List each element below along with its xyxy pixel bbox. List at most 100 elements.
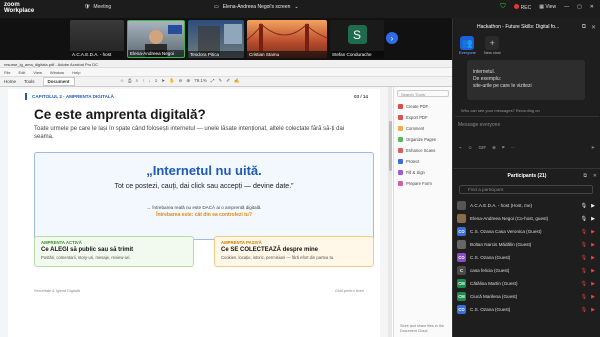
close-participants-icon[interactable]: ✕ [593, 173, 597, 179]
highlight-icon[interactable]: ✐ [226, 78, 230, 84]
prev-page-icon[interactable]: ↑ [142, 78, 144, 84]
tool-create-pdf[interactable]: Create PDF [394, 101, 452, 112]
participant-search-input[interactable]: Find a participant [459, 185, 593, 194]
microphone-muted-icon[interactable]: 🎙 [581, 229, 587, 235]
view-button[interactable]: ▦ View [539, 4, 556, 10]
microphone-muted-icon[interactable]: 🎙 [581, 242, 587, 248]
menu-view[interactable]: View [33, 70, 42, 75]
close-icon[interactable]: ✕ [590, 4, 594, 10]
participant-row[interactable]: Boltan Narcis Mădălin (Guest) 🎙 ▶ [457, 238, 599, 251]
camera-off-icon[interactable]: ▶ [591, 242, 595, 248]
chat-channel-title[interactable]: Hackathon - Future Skills: Digital fo... [477, 24, 559, 30]
menu-window[interactable]: Window [50, 70, 64, 75]
attach-icon[interactable]: ⊕ [492, 145, 496, 151]
popout-icon[interactable]: ⧉ [582, 24, 586, 31]
tool-enhance-scans[interactable]: Enhance Scans [394, 145, 452, 156]
sign-icon[interactable]: ✍ [234, 78, 240, 84]
who-can-see-notice[interactable]: Who can see your messages? Recording on [461, 108, 540, 113]
meeting-menu[interactable]: 🛡 Meeting [84, 4, 111, 10]
microphone-muted-icon[interactable]: 🎙 [581, 281, 587, 287]
pdf-scrollbar[interactable] [388, 87, 392, 337]
fit-icon[interactable]: ⤢ [211, 78, 215, 84]
microphone-muted-icon[interactable]: 🎙 [581, 294, 587, 300]
video-tile-host[interactable]: A.C.A.E.D.A. - host [70, 20, 124, 58]
participant-row[interactable]: A.C.A.E.D.A. - host (Host, me) 🎙 ▶ [457, 199, 599, 212]
search-icon[interactable]: ⌕ [136, 78, 139, 84]
participant-row[interactable]: CO C.S. Ozana Casa Veronica (Guest) 🎙 ▶ [457, 225, 599, 238]
participants-title: Participants (21) [507, 173, 547, 179]
maximize-icon[interactable]: ▢ [577, 4, 582, 10]
camera-icon[interactable]: ▶ [591, 203, 595, 209]
zoom-out-icon[interactable]: ⊖ [179, 78, 183, 84]
microphone-icon[interactable]: 🎙 [581, 203, 587, 209]
camera-off-icon[interactable]: ▶ [591, 255, 595, 261]
zoom-in-icon[interactable]: ⊕ [186, 78, 190, 84]
next-page-icon[interactable]: ↓ [148, 78, 150, 84]
popout-icon[interactable]: ⧉ [583, 173, 587, 179]
emoji-icon[interactable]: ☺ [468, 145, 473, 151]
participant-row[interactable]: CM Cătălina Martin (Guest) 🎙 ▶ [457, 277, 599, 290]
menu-edit[interactable]: Edit [18, 70, 25, 75]
close-chat-icon[interactable]: ✕ [591, 24, 596, 31]
encryption-shield-icon[interactable]: ⛉ [500, 3, 505, 11]
message-text: internetul. De exemplu: site-urile pe ca… [473, 69, 532, 89]
gif-icon[interactable]: GIF [478, 145, 486, 151]
participant-row[interactable]: CO C.S. Ozana (Guest) 🎙 ▶ [457, 251, 599, 264]
pdf-viewport[interactable]: CAPITOLUL 2 · AMPRENTA DIGITALĂ 03 / 14 … [0, 87, 390, 337]
document-cloud-promo[interactable]: Store and share files in the Document Cl… [400, 324, 444, 334]
microphone-muted-icon[interactable]: 🎙 [581, 268, 587, 274]
microphone-muted-icon[interactable]: 🎙 [581, 255, 587, 261]
send-icon[interactable]: ➤ [591, 145, 595, 151]
camera-off-icon[interactable]: ▶ [591, 281, 595, 287]
tool-prepare-form[interactable]: Prepare Form [394, 178, 452, 189]
rec-label: REC [520, 4, 532, 11]
menu-file[interactable]: File [4, 70, 10, 75]
camera-off-icon[interactable]: ▶ [591, 229, 595, 235]
print-icon[interactable]: ⎙ [128, 78, 132, 84]
tools-search-input[interactable]: Search 'Tools' [397, 90, 449, 97]
video-tile-participant[interactable]: Teodora Pitica [188, 20, 244, 58]
participant-row[interactable]: CO C.S. Ozana (Guest) 🎙 ▶ [457, 303, 599, 316]
video-tile-participant[interactable]: S Stefan Condurache [330, 20, 384, 58]
pointer-icon[interactable]: ➤ [161, 78, 165, 84]
participant-row[interactable]: C casa felicia (Guest) 🎙 ▶ [457, 264, 599, 277]
zoom-field[interactable]: 79.1% [194, 78, 207, 84]
tab-home[interactable]: Home [4, 79, 16, 84]
format-icon[interactable]: ⌁ [459, 145, 462, 151]
comment-icon[interactable]: ✎ [219, 78, 223, 84]
chat-input[interactable]: Message everyone [455, 117, 599, 133]
channel-label: New chat [483, 50, 501, 55]
tool-comment[interactable]: Comment [394, 123, 452, 134]
channel-everyone[interactable]: 👥 Everyone [459, 36, 476, 55]
minimize-icon[interactable]: — [564, 4, 569, 10]
tool-export-pdf[interactable]: Export PDF [394, 112, 452, 123]
tab-document[interactable]: Document [42, 77, 75, 86]
screenshot-icon[interactable]: ⌗ [502, 145, 505, 151]
camera-icon[interactable]: ▶ [591, 216, 595, 222]
channel-new-chat[interactable]: + New chat [484, 36, 501, 55]
tab-tools[interactable]: Tools [24, 79, 35, 84]
camera-off-icon[interactable]: ▶ [591, 268, 595, 274]
video-tile-presenter[interactable]: Elena-Andreea Negoi [127, 20, 185, 58]
participant-row[interactable]: Elena-Andreea Negoi (Co-host, guest) 🎙 ▶ [457, 212, 599, 225]
screen-share-indicator[interactable]: ▭ Elena-Andreea Negoi's screen ⌄ [214, 4, 299, 10]
tool-protect[interactable]: Protect [394, 156, 452, 167]
scrollbar-thumb[interactable] [388, 121, 392, 171]
video-tile-participant[interactable]: Cristian Stamu [247, 20, 327, 58]
microphone-muted-icon[interactable]: 🎙 [581, 307, 587, 313]
microphone-icon[interactable]: 🎙 [581, 216, 587, 222]
participant-name: Ciucă Marilena (Guest) [470, 294, 518, 299]
tool-organize-pages[interactable]: Organize Pages [394, 134, 452, 145]
hand-icon[interactable]: ✋ [169, 78, 175, 84]
tool-fill-sign[interactable]: Fill & Sign [394, 167, 452, 178]
camera-off-icon[interactable]: ▶ [591, 294, 595, 300]
camera-off-icon[interactable]: ▶ [591, 307, 595, 313]
bookmark-icon[interactable]: ☆ [120, 78, 124, 84]
more-icon[interactable]: ⋯ [511, 145, 516, 151]
avatar: CM [457, 279, 466, 288]
page-number-field[interactable]: 1 [155, 78, 158, 84]
next-videos-button[interactable]: › [386, 32, 398, 44]
record-indicator[interactable]: REC [513, 3, 532, 11]
participant-row[interactable]: CM Ciucă Marilena (Guest) 🎙 ▶ [457, 290, 599, 303]
menu-help[interactable]: Help [72, 70, 80, 75]
